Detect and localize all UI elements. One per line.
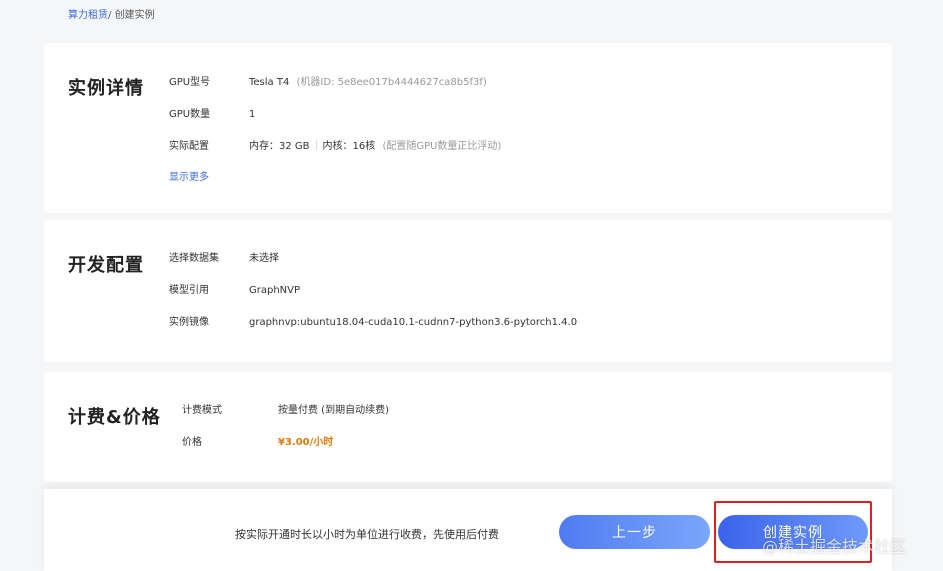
instance-details-card: 实例详情 GPU型号 Tesla T4 (机器ID: 5e8ee017b4444… — [44, 43, 892, 213]
breadcrumb: 算力租赁/ 创建实例 — [68, 9, 155, 23]
show-more-link[interactable]: 显示更多 — [169, 172, 209, 183]
billing-title: 计费&价格 — [68, 407, 161, 428]
dev-config-card: 开发配置 选择数据集 未选择 模型引用 GraphNVP 实例镜像 graphn… — [44, 220, 892, 362]
config-note: (配置随GPU数量正比浮动) — [382, 141, 502, 152]
watermark: @稀土掘金技术社区 — [762, 537, 907, 556]
model-label: 模型引用 — [169, 285, 209, 296]
config-label: 实际配置 — [169, 141, 209, 152]
price-label: 价格 — [182, 437, 202, 448]
previous-step-button[interactable]: 上一步 — [559, 515, 710, 549]
config-value-row: 内存：32 GB 内核：16核 (配置随GPU数量正比浮动) — [249, 140, 501, 154]
price-value: ¥3.00/小时 — [278, 437, 334, 448]
instance-details-title: 实例详情 — [68, 78, 144, 99]
gpu-count-value: 1 — [249, 109, 256, 120]
breadcrumb-current: 创建实例 — [114, 10, 155, 21]
memory-value: 内存：32 GB — [249, 141, 310, 152]
dataset-label: 选择数据集 — [169, 253, 219, 264]
model-value: GraphNVP — [249, 285, 301, 296]
billing-note: 按实际开通时长以小时为单位进行收费，先使用后付费 — [235, 528, 499, 541]
billing-card: 计费&价格 计费模式 按量付费 (到期自动续费) 价格 ¥3.00/小时 — [44, 372, 892, 482]
divider — [315, 140, 317, 150]
billing-mode-label: 计费模式 — [182, 405, 222, 416]
dataset-value[interactable]: 未选择 — [249, 252, 279, 266]
image-label: 实例镜像 — [169, 317, 209, 328]
footer-bar: 按实际开通时长以小时为单位进行收费，先使用后付费 上一步 创建实例 — [44, 489, 892, 571]
gpu-machine-id: (机器ID: 5e8ee017b4444627ca8b5f3f) — [296, 77, 487, 88]
gpu-count-label: GPU数量 — [169, 109, 211, 120]
image-value: graphnvp:ubuntu18.04-cuda10.1-cudnn7-pyt… — [249, 317, 578, 328]
gpu-type-value: Tesla T4 — [249, 77, 290, 88]
gpu-type-label: GPU型号 — [169, 77, 211, 88]
dev-config-title: 开发配置 — [68, 255, 144, 276]
gpu-type-value-row: Tesla T4 (机器ID: 5e8ee017b4444627ca8b5f3f… — [249, 76, 487, 90]
breadcrumb-parent-link[interactable]: 算力租赁 — [68, 10, 108, 21]
billing-mode-value: 按量付费 (到期自动续费) — [278, 405, 389, 416]
cores-value: 内核：16核 — [322, 141, 376, 152]
